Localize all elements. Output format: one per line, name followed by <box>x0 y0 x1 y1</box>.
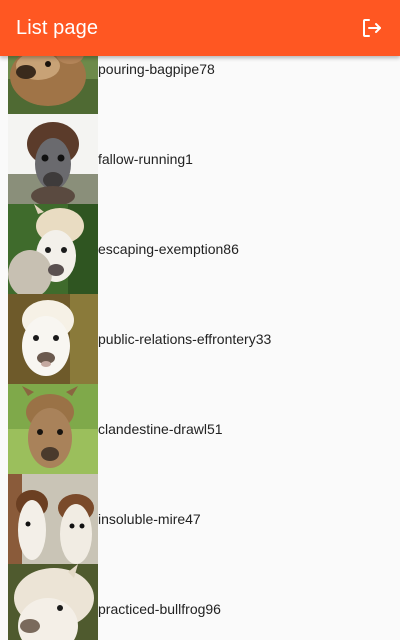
item-label: public-relations-effrontery33 <box>98 331 272 347</box>
list-item[interactable]: insoluble-mire47 <box>0 474 400 564</box>
item-label: pouring-bagpipe78 <box>98 61 215 77</box>
list-item[interactable]: clandestine-drawl51 <box>0 384 400 474</box>
list-page: List page pouring-bagpipe78 fallow-runni… <box>0 0 400 640</box>
item-label: clandestine-drawl51 <box>98 421 223 437</box>
app-bar: List page <box>0 0 400 56</box>
logout-icon <box>363 19 381 37</box>
alpaca-photo <box>8 204 98 294</box>
item-list: pouring-bagpipe78 fallow-running1 escapi… <box>0 24 400 640</box>
list-item[interactable]: fallow-running1 <box>0 114 400 204</box>
item-label: escaping-exemption86 <box>98 241 239 257</box>
alpaca-photo <box>8 474 98 564</box>
alpaca-photo <box>8 564 98 640</box>
list-item[interactable]: practiced-bullfrog96 <box>0 564 400 640</box>
alpaca-photo <box>8 384 98 474</box>
item-label: insoluble-mire47 <box>98 511 201 527</box>
alpaca-photo <box>8 114 98 204</box>
logout-button[interactable] <box>356 12 388 44</box>
alpaca-photo <box>8 294 98 384</box>
list-item[interactable]: public-relations-effrontery33 <box>0 294 400 384</box>
item-label: fallow-running1 <box>98 151 193 167</box>
item-label: practiced-bullfrog96 <box>98 601 221 617</box>
page-title: List page <box>16 16 99 39</box>
list-item[interactable]: escaping-exemption86 <box>0 204 400 294</box>
